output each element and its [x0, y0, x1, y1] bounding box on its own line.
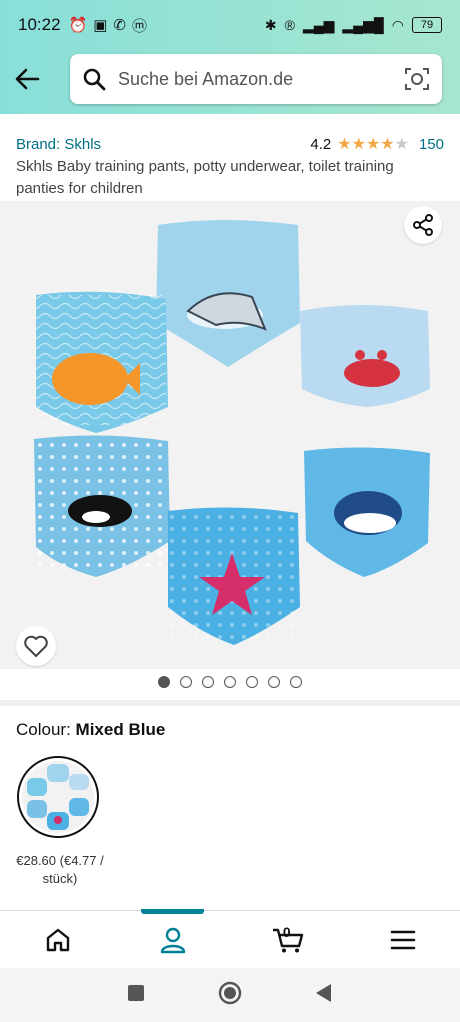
status-bar: 10:22 ⏰ ▣ ✆ ⓜ ✱ ® ▂▄▆ ▂▄▆█ ◠ 79	[0, 0, 460, 50]
image-pagination[interactable]	[0, 676, 460, 688]
pagination-dot[interactable]	[290, 676, 302, 688]
nav-menu[interactable]	[345, 911, 460, 968]
share-icon	[413, 214, 433, 236]
signal-icon: ▂▄▆	[302, 16, 335, 33]
pagination-dot[interactable]	[180, 676, 192, 688]
pants-fish	[36, 291, 168, 433]
pants-whale	[304, 447, 430, 577]
bluetooth-icon: ✱	[264, 16, 277, 33]
recents-button[interactable]	[127, 984, 145, 1007]
pants-crab	[300, 305, 430, 407]
product-photo	[34, 220, 430, 645]
triangle-back-icon	[316, 983, 332, 1002]
messenger-icon: ⓜ	[132, 17, 148, 35]
price: €28.60	[16, 853, 57, 868]
square-icon	[127, 984, 144, 1001]
pants-orca	[34, 435, 170, 577]
pagination-dot[interactable]	[268, 676, 280, 688]
circle-icon	[218, 981, 242, 1004]
battery-level: 79	[420, 19, 434, 31]
signal-icon: ▂▄▆█	[342, 16, 384, 33]
brand-rating-row: Brand: Skhls 4.2 ★★★★★ 150	[16, 134, 444, 154]
pants-dolphin	[156, 220, 300, 367]
alarm-icon: ⏰	[68, 17, 88, 34]
product-image[interactable]	[0, 201, 460, 669]
colour-value: Mixed Blue	[75, 720, 166, 739]
account-icon	[160, 927, 185, 953]
colour-label: Colour:	[16, 720, 71, 739]
camera-search-icon[interactable]	[404, 66, 430, 92]
back-button[interactable]	[12, 64, 42, 94]
search-icon	[83, 68, 106, 91]
home-system-button[interactable]	[218, 981, 242, 1010]
nfc-icon: ▣	[93, 17, 108, 34]
home-icon	[46, 928, 69, 951]
pants-starfish	[168, 507, 300, 645]
pagination-dot[interactable]	[246, 676, 258, 688]
section-divider	[0, 700, 460, 706]
swatch-thumbnail	[22, 761, 94, 833]
share-button[interactable]	[404, 206, 442, 244]
menu-icon	[390, 930, 415, 949]
nav-home[interactable]	[0, 911, 115, 968]
nav-cart[interactable]: 0	[230, 911, 345, 968]
arrow-left-icon	[15, 68, 40, 90]
back-system-button[interactable]	[315, 983, 333, 1008]
whatsapp-icon: ✆	[113, 17, 126, 34]
brand-link[interactable]: Brand: Skhls	[16, 136, 101, 153]
colour-swatch[interactable]	[17, 756, 99, 838]
battery-icon: 79	[412, 17, 442, 33]
colour-selector-label: Colour: Mixed Blue	[16, 720, 165, 740]
heart-icon	[24, 635, 48, 657]
rating[interactable]: 4.2 ★★★★★ 150	[310, 134, 444, 154]
variation-price: €28.60 (€4.77 / stück)	[10, 852, 110, 888]
search-bar[interactable]: Suche bei Amazon.de	[70, 54, 442, 104]
pagination-dot[interactable]	[158, 676, 170, 688]
status-time: 10:22	[18, 15, 61, 34]
rating-value: 4.2	[310, 135, 332, 153]
review-count[interactable]: 150	[419, 136, 444, 153]
nav-account[interactable]	[115, 909, 230, 968]
pagination-dot[interactable]	[202, 676, 214, 688]
system-nav-bar	[0, 968, 460, 1022]
pagination-dot[interactable]	[224, 676, 236, 688]
wishlist-button[interactable]	[16, 626, 56, 666]
wifi-icon: ◠	[391, 16, 404, 33]
bottom-nav: 0	[0, 909, 460, 968]
search-input[interactable]: Suche bei Amazon.de	[118, 69, 404, 90]
cart-count: 0	[282, 924, 291, 940]
star-rating-icon: ★★★★★	[337, 136, 409, 153]
product-title: Skhls Baby training pants, potty underwe…	[16, 158, 394, 197]
r-icon: ®	[284, 17, 295, 33]
